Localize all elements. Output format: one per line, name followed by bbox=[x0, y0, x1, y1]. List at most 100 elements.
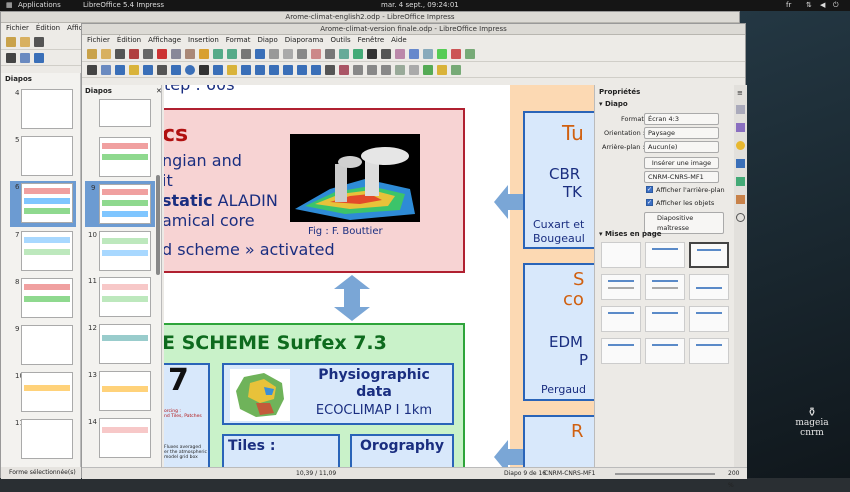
layout-title-only[interactable] bbox=[645, 242, 685, 268]
menu-fichier[interactable]: Fichier bbox=[87, 36, 110, 44]
callouts-icon[interactable] bbox=[297, 64, 307, 75]
open-icon[interactable] bbox=[20, 36, 30, 47]
sidebar-menu-icon[interactable]: ≡ bbox=[737, 89, 743, 97]
layout-title-2-content-c[interactable] bbox=[689, 306, 729, 332]
menu-fichier[interactable]: Fichier bbox=[6, 24, 29, 32]
select-icon[interactable] bbox=[87, 64, 97, 75]
zoom-icon[interactable] bbox=[101, 64, 111, 75]
line-color-icon[interactable] bbox=[143, 64, 153, 75]
slide-thumb-8[interactable] bbox=[21, 278, 73, 318]
distribute-icon[interactable] bbox=[381, 64, 391, 75]
3d-terrain-figure[interactable] bbox=[290, 134, 420, 222]
layout-title-content[interactable] bbox=[689, 242, 729, 268]
symbol-shapes-icon[interactable] bbox=[255, 64, 265, 75]
spellcheck-icon[interactable] bbox=[255, 48, 265, 59]
open-icon[interactable] bbox=[101, 48, 111, 59]
menu-insertion[interactable]: Insertion bbox=[188, 36, 219, 44]
slide-thumb-14[interactable] bbox=[99, 418, 151, 458]
special-char-icon[interactable] bbox=[381, 48, 391, 59]
export-pdf-icon[interactable] bbox=[129, 48, 139, 59]
redo-icon[interactable] bbox=[227, 48, 237, 59]
layout-title-content-2b[interactable] bbox=[645, 306, 685, 332]
insert-image-button[interactable]: Insérer une image bbox=[644, 157, 719, 169]
layout-icon[interactable] bbox=[465, 48, 475, 59]
cut-icon[interactable] bbox=[157, 48, 167, 59]
slide-thumb-partial[interactable] bbox=[99, 137, 151, 177]
green-surface-box[interactable]: E SCHEME Surfex 7.3 7 orcing : nd Tiles, … bbox=[164, 323, 465, 467]
section-layouts[interactable]: ▾ Mises en page bbox=[599, 230, 662, 238]
align-icon[interactable] bbox=[353, 64, 363, 75]
ellipse-icon[interactable] bbox=[185, 64, 195, 75]
shadow-icon[interactable] bbox=[395, 64, 405, 75]
styles-tab-icon[interactable] bbox=[736, 177, 745, 186]
arrange-icon[interactable] bbox=[367, 64, 377, 75]
applications-menu[interactable]: Applications bbox=[18, 1, 61, 9]
master-slide-select[interactable]: CNRM-CNRS-MF1 bbox=[644, 171, 719, 183]
active-app-indicator[interactable]: LibreOffice 5.4 Impress bbox=[83, 1, 164, 9]
section-diapo[interactable]: ▾ Diapo bbox=[599, 100, 628, 108]
menu-edition[interactable]: Édition bbox=[36, 24, 60, 32]
close-panel-icon[interactable]: ✕ bbox=[156, 87, 162, 95]
navigator-tab-icon[interactable] bbox=[736, 213, 745, 222]
menu-affichage[interactable]: Affichage bbox=[148, 36, 181, 44]
show-background-checkbox[interactable]: ✓ bbox=[646, 186, 653, 193]
print-icon[interactable] bbox=[143, 48, 153, 59]
slide-thumb-5[interactable] bbox=[21, 136, 73, 176]
flowchart-icon[interactable] bbox=[283, 64, 293, 75]
find-icon[interactable] bbox=[241, 48, 251, 59]
select-icon[interactable] bbox=[6, 52, 16, 63]
clone-icon[interactable] bbox=[199, 48, 209, 59]
save-icon[interactable] bbox=[34, 36, 44, 47]
curve-icon[interactable] bbox=[213, 64, 223, 75]
red-dynamics-box[interactable]: cs ngian and it static ALADIN amical cor… bbox=[164, 108, 465, 273]
fontwork-icon[interactable] bbox=[395, 48, 405, 59]
filter-icon[interactable] bbox=[423, 64, 433, 75]
zoom-slider[interactable] bbox=[615, 473, 715, 475]
layout-vertical-title[interactable] bbox=[689, 338, 729, 364]
master-slide-icon[interactable] bbox=[297, 48, 307, 59]
crop-icon[interactable] bbox=[409, 64, 419, 75]
glue-points-icon[interactable] bbox=[451, 64, 461, 75]
chart-icon[interactable] bbox=[353, 48, 363, 59]
block-arrows-icon[interactable] bbox=[269, 64, 279, 75]
zoom-level[interactable]: 200 % bbox=[728, 468, 747, 492]
grid-icon[interactable] bbox=[269, 48, 279, 59]
slide-thumb-11[interactable] bbox=[99, 277, 151, 317]
insert-slide-icon[interactable] bbox=[437, 48, 447, 59]
slide-thumb-9[interactable] bbox=[21, 325, 73, 365]
media-icon[interactable] bbox=[409, 48, 419, 59]
zoom-icon[interactable] bbox=[20, 52, 30, 63]
basic-shapes-icon[interactable] bbox=[241, 64, 251, 75]
properties-tab-icon[interactable] bbox=[736, 105, 745, 114]
language-indicator[interactable]: fr bbox=[786, 1, 791, 9]
slide-thumb-6[interactable] bbox=[21, 183, 73, 223]
transition-tab-icon[interactable] bbox=[736, 159, 745, 168]
layout-title-4-content[interactable] bbox=[601, 338, 641, 364]
menu-diapo[interactable]: Diapo bbox=[257, 36, 277, 44]
new-icon[interactable] bbox=[6, 36, 16, 47]
display-views-icon[interactable] bbox=[283, 48, 293, 59]
network-icon[interactable]: ⇅ bbox=[806, 1, 812, 9]
copy-icon[interactable] bbox=[171, 48, 181, 59]
format-select[interactable]: Écran 4:3 bbox=[644, 113, 719, 125]
slide-thumb-9[interactable] bbox=[99, 184, 151, 224]
connector-icon[interactable] bbox=[227, 64, 237, 75]
rotate-icon[interactable] bbox=[339, 64, 349, 75]
fill-color-icon[interactable] bbox=[129, 64, 139, 75]
apps-menu-icon[interactable]: ▦ bbox=[6, 1, 13, 9]
slide-thumb-13[interactable] bbox=[99, 371, 151, 411]
layout-title-2-content[interactable] bbox=[645, 274, 685, 300]
menu-aide[interactable]: Aide bbox=[391, 36, 406, 44]
volume-icon[interactable]: ◀ bbox=[820, 1, 825, 9]
menu-fenetre[interactable]: Fenêtre bbox=[358, 36, 384, 44]
text-icon[interactable] bbox=[115, 64, 125, 75]
textbox-icon[interactable] bbox=[367, 48, 377, 59]
master-pages-tab-icon[interactable] bbox=[736, 123, 745, 132]
hyperlink-icon[interactable] bbox=[423, 48, 433, 59]
slide-thumb-7[interactable] bbox=[21, 231, 73, 271]
slide-thumb-10[interactable] bbox=[21, 372, 73, 412]
start-show-icon[interactable] bbox=[311, 48, 321, 59]
table-icon[interactable] bbox=[325, 48, 335, 59]
layout-title-2-content-b[interactable] bbox=[601, 306, 641, 332]
undo-icon[interactable] bbox=[213, 48, 223, 59]
